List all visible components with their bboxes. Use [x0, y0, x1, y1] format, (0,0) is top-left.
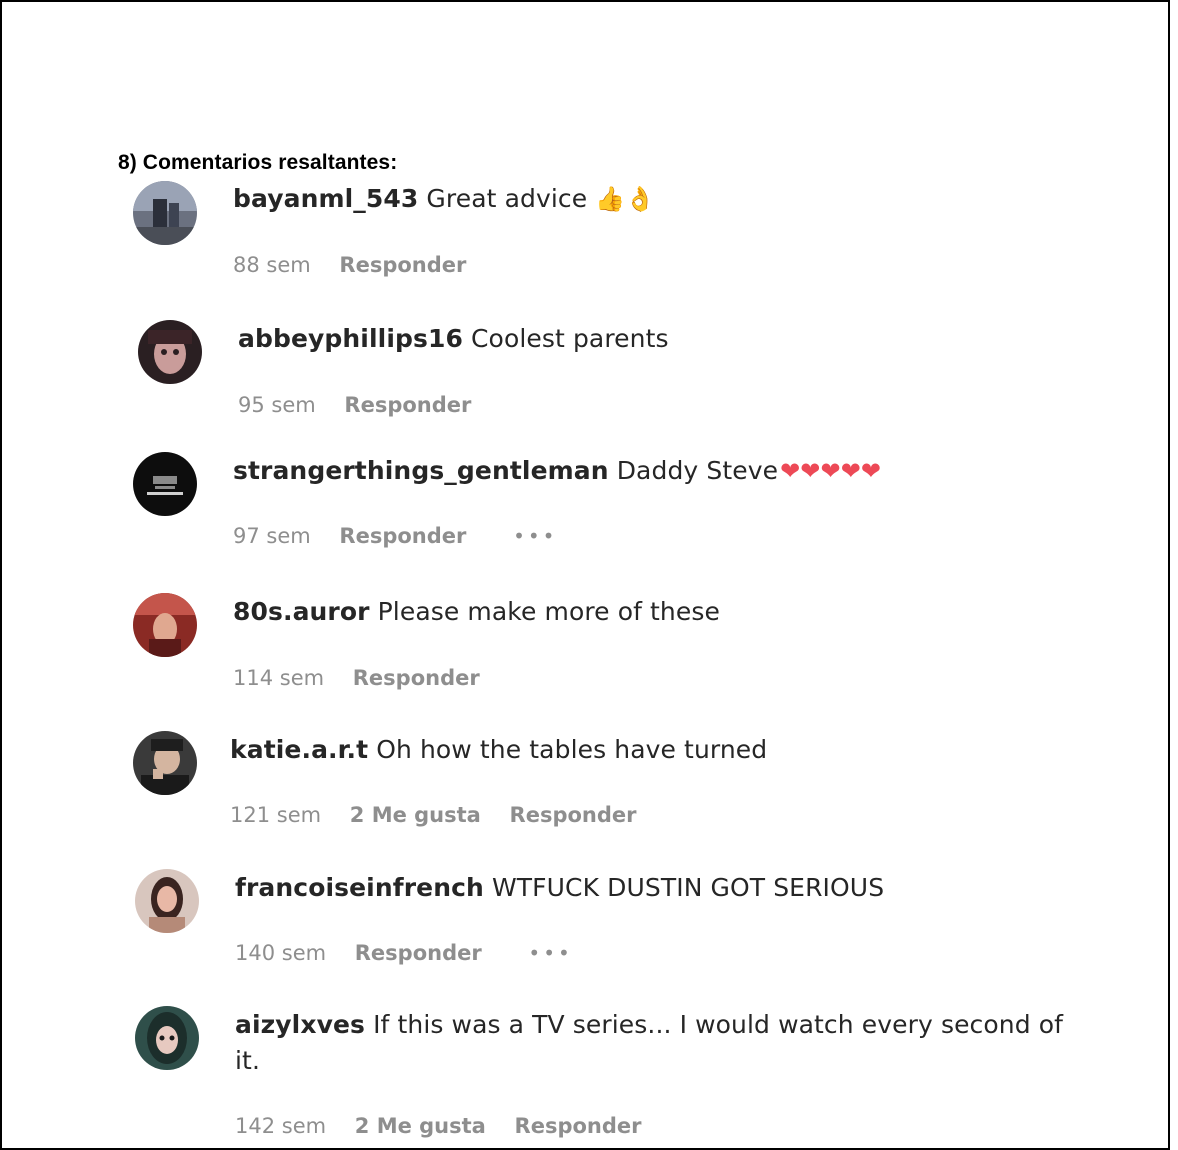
comment-text-continued: it. — [235, 1046, 260, 1075]
reply-button[interactable]: Responder — [339, 253, 466, 277]
avatar[interactable] — [135, 1006, 199, 1070]
comment-text: Coolest parents — [471, 324, 669, 353]
reply-button[interactable]: Responder — [515, 1114, 642, 1138]
heart-emoji: ❤❤❤❤❤ — [780, 457, 882, 485]
reply-button[interactable]: Responder — [510, 803, 637, 827]
avatar[interactable] — [133, 593, 197, 657]
comment-time: 121 sem — [230, 803, 322, 827]
reply-button[interactable]: Responder — [339, 524, 466, 548]
comment-text: Great advice — [426, 184, 588, 213]
avatar[interactable] — [133, 731, 197, 795]
comment-time: 95 sem — [238, 393, 316, 417]
comment-username[interactable]: francoiseinfrench — [235, 873, 484, 902]
avatar[interactable] — [138, 320, 202, 384]
comment-emoji: 👍👌 — [595, 185, 656, 213]
comment-text: Daddy Steve — [616, 456, 779, 485]
avatar[interactable] — [133, 181, 197, 245]
likes-count[interactable]: 2 Me gusta — [355, 1114, 486, 1138]
comment-text: WTFUCK DUSTIN GOT SERIOUS — [491, 873, 885, 902]
comment-text: If this was a TV series... I would watch… — [373, 1010, 1064, 1039]
avatar[interactable] — [133, 452, 197, 516]
reply-button[interactable]: Responder — [344, 393, 471, 417]
comment-username[interactable]: katie.a.r.t — [230, 735, 368, 764]
reply-button[interactable]: Responder — [355, 941, 482, 965]
comment-time: 97 sem — [233, 524, 311, 548]
comment-username[interactable]: 80s.auror — [233, 597, 370, 626]
likes-count[interactable]: 2 Me gusta — [350, 803, 481, 827]
comment-text: Oh how the tables have turned — [376, 735, 768, 764]
comment-time: 114 sem — [233, 666, 325, 690]
comment-time: 88 sem — [233, 253, 311, 277]
avatar[interactable] — [135, 869, 199, 933]
more-options-icon[interactable]: ••• — [528, 941, 572, 965]
comment-username[interactable]: aizylxves — [235, 1010, 365, 1039]
comment-username[interactable]: bayanml_543 — [233, 184, 418, 213]
comment-username[interactable]: strangerthings_gentleman — [233, 456, 609, 485]
comment-username[interactable]: abbeyphillips16 — [238, 324, 463, 353]
comment-time: 142 sem — [235, 1114, 327, 1138]
more-options-icon[interactable]: ••• — [513, 524, 557, 548]
comment-text: Please make more of these — [377, 597, 720, 626]
section-heading: 8) Comentarios resaltantes: — [118, 151, 398, 174]
reply-button[interactable]: Responder — [353, 666, 480, 690]
comment-time: 140 sem — [235, 941, 327, 965]
